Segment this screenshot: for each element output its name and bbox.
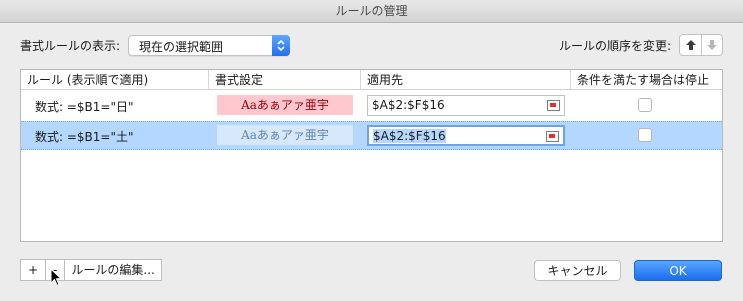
move-down-button[interactable] [701,35,722,55]
table-row-selected[interactable]: 数式: =$B1="土" Aaあぁアァ亜宇 $A$2:$F$16 [21,121,722,150]
show-rules-select[interactable]: 現在の選択範囲 [128,34,291,56]
show-rules-label: 書式ルールの表示: [20,38,121,53]
window-title: ルールの管理 [0,0,743,23]
mouse-cursor-icon [50,268,62,287]
header-stop-if-true[interactable]: 条件を満たす場合は停止 [571,70,722,90]
applies-to-value: $A$2:$F$16 [373,129,446,143]
header-applies-to[interactable]: 適用先 [361,70,571,90]
show-rules-row: 書式ルールの表示: 現在の選択範囲 [20,34,291,56]
table-row[interactable]: 数式: =$B1="日" Aaあぁアァ亜宇 $A$2:$F$16 [21,92,722,120]
rules-table: ルール (表示順で適用) 書式設定 適用先 条件を満たす場合は停止 数式: =$… [20,69,723,242]
rule-order-label: ルールの順序を変更: [558,38,671,53]
rule-order-row: ルールの順序を変更: [559,34,723,56]
applies-to-value: $A$2:$F$16 [372,98,445,112]
cancel-button[interactable]: キャンセル [534,260,621,281]
select-arrows-icon[interactable] [272,34,291,56]
rule-order-buttons [679,34,723,56]
rule-formula: 数式: =$B1="日" [35,100,134,114]
show-rules-value: 現在の選択範囲 [139,39,224,54]
applies-to-field[interactable]: $A$2:$F$16 [367,95,565,116]
range-picker-icon[interactable] [546,131,559,142]
arrow-down-icon [707,40,717,50]
manage-rules-dialog: ルールの管理 書式ルールの表示: 現在の選択範囲 ルールの順序を変更: ルール … [0,0,743,301]
header-rule[interactable]: ルール (表示順で適用) [21,70,209,90]
stop-if-true-checkbox[interactable] [638,128,652,142]
format-preview: Aaあぁアァ亜宇 [217,95,353,115]
header-format[interactable]: 書式設定 [209,70,361,90]
ok-button[interactable]: OK [634,260,722,281]
stop-if-true-checkbox[interactable] [638,98,652,112]
arrow-up-icon [685,40,696,50]
applies-to-field[interactable]: $A$2:$F$16 [367,125,565,146]
edit-rule-button[interactable]: ルールの編集... [64,260,161,280]
move-up-button[interactable] [680,35,701,55]
rule-actions: + - ルールの編集... [20,259,162,281]
table-header: ルール (表示順で適用) 書式設定 適用先 条件を満たす場合は停止 [21,70,722,90]
format-preview: Aaあぁアァ亜宇 [217,125,353,145]
range-picker-icon[interactable] [547,100,560,111]
rule-formula: 数式: =$B1="土" [35,130,134,144]
add-rule-button[interactable]: + [21,260,46,280]
